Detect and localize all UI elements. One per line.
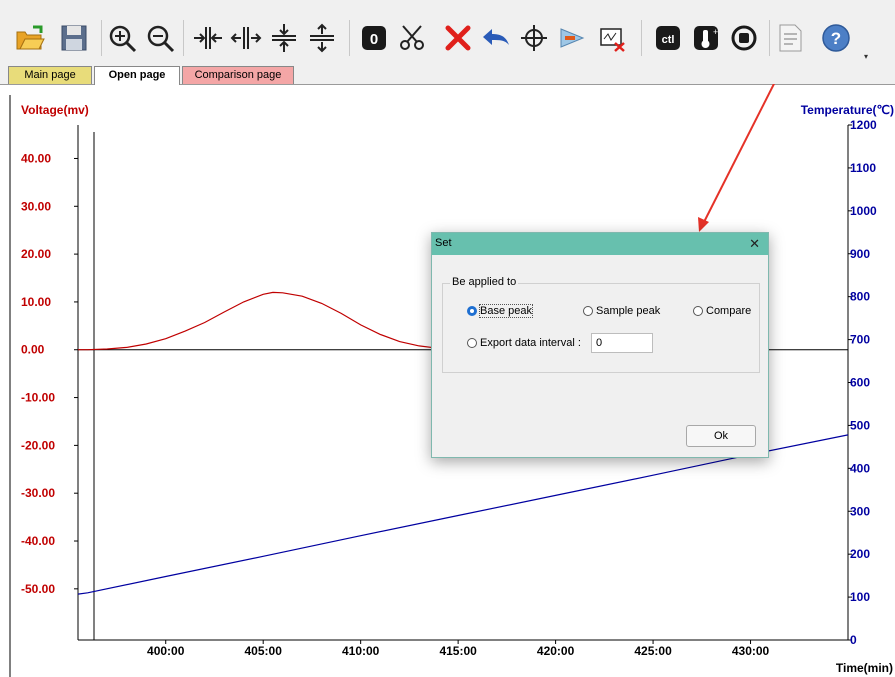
applied-to-group (442, 283, 760, 373)
tab-bar: Main page Open page Comparison page (0, 62, 895, 85)
close-icon[interactable]: ✕ (749, 236, 760, 252)
zoom-in-icon[interactable] (104, 20, 140, 56)
set-dialog: Set ✕ Be applied to Base peak Sample pea… (431, 232, 769, 458)
x-tick-label: 425:00 (634, 644, 672, 658)
y-right-tick-label: 300 (850, 504, 870, 518)
x-tick-label: 400:00 (147, 644, 185, 658)
y-left-tick-label: -40.00 (21, 534, 55, 548)
ct-icon[interactable]: ctl (650, 20, 686, 56)
sample-peak-radio[interactable]: Sample peak (583, 305, 660, 317)
annotation-arrowhead (698, 217, 709, 232)
export-interval-input[interactable] (591, 333, 653, 353)
y-left-axis-label: Voltage(mv) (21, 103, 89, 117)
export-interval-label: Export data interval : (480, 337, 581, 349)
report-icon[interactable] (772, 20, 808, 56)
y-right-tick-label: 600 (850, 376, 870, 390)
base-peak-radio[interactable]: Base peak (467, 304, 533, 318)
y-right-tick-label: 900 (850, 247, 870, 261)
horizontal-expand-icon[interactable] (228, 20, 264, 56)
y-left-tick-label: -30.00 (21, 486, 55, 500)
x-axis-label: Time(min) (836, 661, 893, 675)
svg-text:ctl: ctl (662, 34, 675, 46)
compare-radio[interactable]: Compare (693, 305, 751, 317)
y-right-tick-label: 1200 (850, 118, 877, 132)
y-left-tick-label: 20.00 (21, 247, 51, 261)
dialog-title: Set (435, 237, 452, 249)
crosshair-icon[interactable] (516, 20, 552, 56)
save-icon[interactable] (56, 20, 92, 56)
vertical-compress-icon[interactable] (266, 20, 302, 56)
open-folder-icon[interactable] (12, 20, 48, 56)
group-label: Be applied to (450, 276, 519, 288)
sample-peak-label: Sample peak (596, 305, 661, 317)
radio-unselected-icon (467, 338, 477, 348)
tab-open-page[interactable]: Open page (94, 66, 180, 85)
toolbar: 0 ctl + ? ▾ (0, 0, 895, 62)
temperature-series-line (77, 434, 849, 595)
x-tick-label: 405:00 (245, 644, 283, 658)
zero-icon[interactable]: 0 (356, 20, 392, 56)
stop-icon[interactable] (726, 20, 762, 56)
tab-main-page[interactable]: Main page (8, 66, 92, 84)
annotation-arrow (702, 84, 776, 225)
x-tick-label: 415:00 (439, 644, 477, 658)
y-left-tick-label: -10.00 (21, 391, 55, 405)
marker-icon[interactable] (554, 20, 590, 56)
help-icon[interactable]: ? (818, 20, 854, 56)
y-left-tick-label: 30.00 (21, 199, 51, 213)
y-left-tick-label: 0.00 (21, 343, 45, 357)
vertical-expand-icon[interactable] (304, 20, 340, 56)
svg-text:+: + (713, 27, 718, 37)
y-right-tick-label: 800 (850, 290, 870, 304)
radio-unselected-icon (583, 306, 593, 316)
y-right-tick-label: 400 (850, 461, 870, 475)
svg-text:0: 0 (370, 31, 378, 48)
compare-label: Compare (706, 305, 752, 317)
scissors-icon[interactable] (394, 20, 430, 56)
svg-text:?: ? (831, 29, 841, 48)
x-tick-label: 420:00 (537, 644, 575, 658)
temperature-icon[interactable]: + (688, 20, 724, 56)
tab-comparison-page[interactable]: Comparison page (182, 66, 294, 84)
y-right-tick-label: 0 (850, 633, 857, 647)
zoom-out-icon[interactable] (142, 20, 178, 56)
voltage-series-line (78, 291, 459, 351)
y-right-axis-label: Temperature(℃) (801, 103, 894, 117)
y-right-tick-label: 200 (850, 547, 870, 561)
y-right-tick-label: 700 (850, 333, 870, 347)
y-right-tick-label: 1100 (850, 161, 876, 175)
base-peak-label: Base peak (479, 304, 533, 318)
x-tick-label: 410:00 (342, 644, 380, 658)
y-left-tick-label: 10.00 (21, 295, 51, 309)
y-right-tick-label: 1000 (850, 204, 877, 218)
radio-unselected-icon (693, 306, 703, 316)
clear-chart-icon[interactable] (594, 20, 630, 56)
y-left-tick-label: 40.00 (21, 151, 51, 165)
y-right-tick-label: 100 (850, 590, 870, 604)
delete-icon[interactable] (440, 20, 476, 56)
x-tick-label: 430:00 (732, 644, 770, 658)
y-left-tick-label: -50.00 (21, 582, 55, 596)
y-left-tick-label: -20.00 (21, 438, 55, 452)
dialog-title-bar[interactable]: Set ✕ (432, 233, 768, 255)
export-interval-radio[interactable]: Export data interval : (467, 337, 581, 349)
y-right-tick-label: 500 (850, 418, 870, 432)
undo-icon[interactable] (478, 20, 514, 56)
toolbar-overflow-icon[interactable]: ▾ (864, 52, 868, 61)
horizontal-compress-icon[interactable] (190, 20, 226, 56)
ok-button[interactable]: Ok (686, 425, 756, 447)
radio-selected-icon (467, 306, 477, 316)
